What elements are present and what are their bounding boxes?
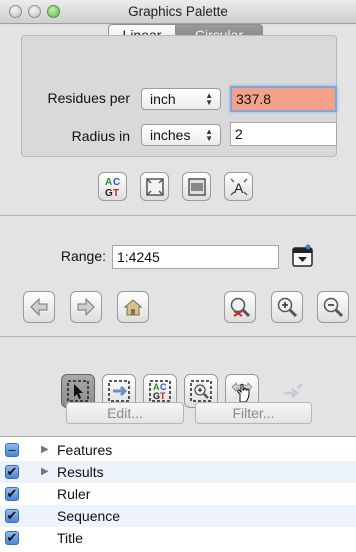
- zoom-reset-icon: [230, 297, 251, 318]
- layer-label: Results: [57, 464, 104, 480]
- pan-hand-icon: [231, 382, 253, 403]
- layer-label: Ruler: [57, 486, 91, 502]
- svg-text:A: A: [105, 177, 112, 188]
- layer-list: ‒ ▶ Features ✔ ▶ Results ✔ Ruler ✔ Seque…: [0, 436, 356, 552]
- layer-label: Title: [57, 530, 83, 546]
- edit-button[interactable]: Edit...: [66, 402, 184, 424]
- forward-arrow-icon: [77, 297, 95, 317]
- radius-unit-value: inches: [150, 127, 191, 143]
- divider: [0, 336, 356, 337]
- select-arrow-icon: [67, 380, 89, 402]
- layer-checkbox-partial[interactable]: ‒: [5, 443, 19, 457]
- title-bar: Graphics Palette: [0, 0, 356, 24]
- svg-text:T: T: [113, 188, 119, 199]
- back-button[interactable]: [23, 291, 55, 323]
- select-range-icon: [108, 380, 130, 402]
- sequence-letters-button[interactable]: A C G T: [98, 172, 127, 201]
- radius-unit-select[interactable]: inches ▲ ▼: [141, 124, 221, 146]
- zoom-out-icon: [323, 297, 344, 318]
- divider: [0, 215, 356, 216]
- layer-checkbox-checked[interactable]: ✔: [5, 465, 19, 479]
- home-icon: [123, 299, 143, 316]
- list-item[interactable]: ✔ Ruler: [0, 483, 356, 505]
- zoom-out-button[interactable]: [317, 291, 349, 323]
- sequence-letters-icon: A C G T: [105, 177, 120, 199]
- svg-text:G: G: [105, 188, 113, 199]
- svg-text:G: G: [153, 391, 160, 401]
- fit-frame-icon: [145, 177, 164, 196]
- pin-icon: [284, 383, 303, 398]
- range-field[interactable]: 1:4245: [112, 245, 279, 269]
- select-sequence-icon: A C G T: [149, 380, 171, 402]
- layer-label: Features: [57, 442, 113, 458]
- font-size-button[interactable]: A: [224, 172, 253, 201]
- radius-field[interactable]: 2: [230, 122, 337, 146]
- back-arrow-icon: [30, 297, 48, 317]
- zoom-in-button[interactable]: [271, 291, 303, 323]
- stepper-arrows-icon: ▲ ▼: [205, 127, 213, 143]
- list-item[interactable]: ✔ ▶ Results: [0, 461, 356, 483]
- list-item[interactable]: ✔ Title: [0, 527, 356, 549]
- list-item[interactable]: ✔ Sequence: [0, 505, 356, 527]
- calendar-dropdown-icon: [292, 244, 313, 267]
- layer-checkbox-checked[interactable]: ✔: [5, 531, 19, 545]
- radius-label: Radius in: [71, 128, 130, 144]
- filter-button[interactable]: Filter...: [195, 402, 312, 424]
- home-button[interactable]: [117, 291, 149, 323]
- font-size-icon: A: [230, 178, 247, 196]
- forward-button[interactable]: [70, 291, 102, 323]
- range-menu-button[interactable]: [288, 242, 318, 272]
- fit-frame-button[interactable]: [140, 172, 169, 201]
- residues-per-label: Residues per: [47, 90, 131, 106]
- residues-per-field[interactable]: 337.8: [230, 86, 337, 112]
- zoom-in-icon: [277, 297, 298, 318]
- layer-checkbox-checked[interactable]: ✔: [5, 487, 19, 501]
- range-label: Range:: [60, 248, 106, 264]
- disclosure-triangle-icon[interactable]: ▶: [41, 466, 49, 477]
- zoom-reset-button[interactable]: [224, 291, 256, 323]
- window-title: Graphics Palette: [128, 4, 228, 19]
- fit-width-button[interactable]: [182, 172, 211, 201]
- layer-label: Sequence: [57, 508, 121, 524]
- svg-text:T: T: [160, 391, 166, 401]
- disclosure-triangle-icon[interactable]: ▶: [41, 444, 49, 455]
- list-item[interactable]: ‒ ▶ Features: [0, 439, 356, 461]
- zoom-select-icon: [190, 380, 212, 402]
- residues-unit-value: inch: [150, 91, 176, 107]
- svg-text:A: A: [234, 180, 244, 196]
- stepper-arrows-icon: ▲ ▼: [205, 91, 213, 107]
- svg-text:C: C: [113, 177, 120, 188]
- residues-unit-select[interactable]: inch ▲ ▼: [141, 88, 221, 110]
- fit-width-icon: [187, 177, 206, 196]
- layer-checkbox-checked[interactable]: ✔: [5, 509, 19, 523]
